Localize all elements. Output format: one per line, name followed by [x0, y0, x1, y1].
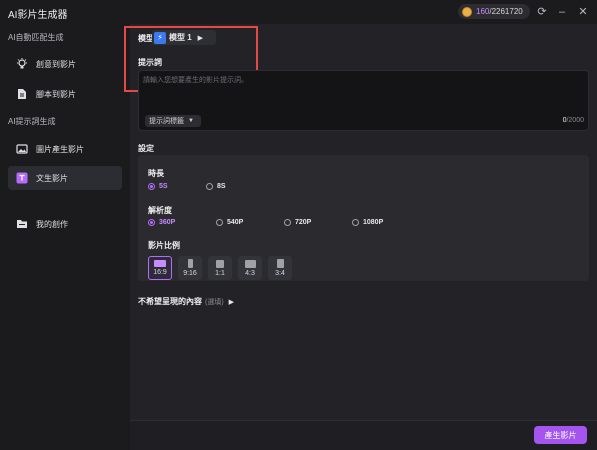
- folder-icon: [16, 218, 28, 230]
- sidebar-section-auto: AI自動匹配生成: [8, 33, 64, 42]
- duration-5s-radio[interactable]: 5S: [148, 183, 168, 190]
- app-title: AI影片生成器: [8, 10, 68, 21]
- negative-prompt-optional: (選填): [205, 298, 224, 306]
- document-icon: [16, 88, 28, 100]
- ratio-16-9-option[interactable]: 16:9: [148, 256, 172, 280]
- credits-total: /2261720: [489, 7, 523, 16]
- ratio-4-3-option[interactable]: 4:3: [238, 256, 262, 280]
- resolution-label: 解析度: [148, 206, 172, 215]
- char-counter: 0/2000: [562, 117, 584, 124]
- negative-prompt-toggle[interactable]: 不希望呈現的內容 (選填) ▶: [138, 296, 234, 307]
- settings-panel: 時長 5S 8S 解析度 360P 540P 720P 1080P 影片比例 1…: [138, 155, 589, 281]
- prompt-label: 提示詞: [138, 58, 162, 67]
- model-selector[interactable]: ⚡ 模型 1 ▶: [152, 30, 216, 45]
- lightning-icon: ⚡: [154, 31, 166, 44]
- resolution-720p-radio[interactable]: 720P: [284, 219, 311, 226]
- close-icon[interactable]: ✕: [576, 5, 590, 19]
- footer-bar: 產生影片: [130, 420, 597, 450]
- chevron-right-icon: ▶: [197, 34, 204, 42]
- credits-current: 160: [476, 7, 490, 16]
- ratio-9-16-option[interactable]: 9:16: [178, 256, 202, 280]
- duration-8s-radio[interactable]: 8S: [206, 183, 226, 190]
- sidebar-item-label: 創意到影片: [36, 59, 76, 69]
- settings-label: 設定: [138, 144, 154, 153]
- title-bar: AI影片生成器 160 /2261720 ⟳ – ✕: [0, 0, 597, 24]
- ratio-3-4-option[interactable]: 3:4: [268, 256, 292, 280]
- sidebar: AI自動匹配生成 創意到影片 腳本到影片 AI提示詞生成 圖片產生影片 文生影片…: [0, 24, 130, 450]
- prompt-placeholder: 請輸入您想要產生的影片提示詞。: [143, 77, 248, 84]
- chevron-down-icon: ▼: [188, 118, 194, 124]
- prompt-tags-label: 提示詞標籤: [149, 118, 184, 125]
- sidebar-item-script-to-video[interactable]: 腳本到影片: [8, 82, 122, 106]
- generate-video-button[interactable]: 產生影片: [534, 426, 587, 444]
- text-icon: [16, 172, 28, 184]
- refresh-icon[interactable]: ⟳: [535, 5, 549, 19]
- credits-badge[interactable]: 160 /2261720: [458, 4, 530, 19]
- sidebar-section-prompt: AI提示詞生成: [8, 117, 56, 126]
- resolution-540p-radio[interactable]: 540P: [216, 219, 243, 226]
- duration-label: 時長: [148, 169, 164, 178]
- ratio-label: 影片比例: [148, 241, 180, 250]
- main-panel: 模型 ⚡ 模型 1 ▶ 提示詞 請輸入您想要產生的影片提示詞。 提示詞標籤 ▼ …: [124, 24, 597, 450]
- model-value: 模型 1: [169, 33, 192, 42]
- sidebar-item-label: 圖片產生影片: [36, 144, 84, 154]
- chevron-right-icon: ▶: [228, 298, 235, 306]
- image-icon: [16, 143, 28, 155]
- resolution-360p-radio[interactable]: 360P: [148, 219, 175, 226]
- sidebar-item-label: 腳本到影片: [36, 89, 76, 99]
- sidebar-item-text-to-video[interactable]: 文生影片: [8, 166, 122, 190]
- minimize-icon[interactable]: –: [555, 5, 569, 19]
- resolution-1080p-radio[interactable]: 1080P: [352, 219, 383, 226]
- prompt-input[interactable]: 請輸入您想要產生的影片提示詞。 提示詞標籤 ▼ 0/2000: [138, 70, 589, 131]
- sidebar-item-idea-to-video[interactable]: 創意到影片: [8, 52, 122, 76]
- sidebar-item-label: 文生影片: [36, 173, 68, 183]
- negative-prompt-label: 不希望呈現的內容: [138, 297, 202, 306]
- coin-icon: [462, 6, 472, 17]
- lightbulb-icon: [16, 58, 28, 70]
- sidebar-item-my-creations[interactable]: 我的創作: [8, 212, 122, 236]
- prompt-tags-button[interactable]: 提示詞標籤 ▼: [145, 115, 201, 127]
- sidebar-item-image-to-video[interactable]: 圖片產生影片: [8, 137, 122, 161]
- ratio-1-1-option[interactable]: 1:1: [208, 256, 232, 280]
- sidebar-item-label: 我的創作: [36, 219, 68, 229]
